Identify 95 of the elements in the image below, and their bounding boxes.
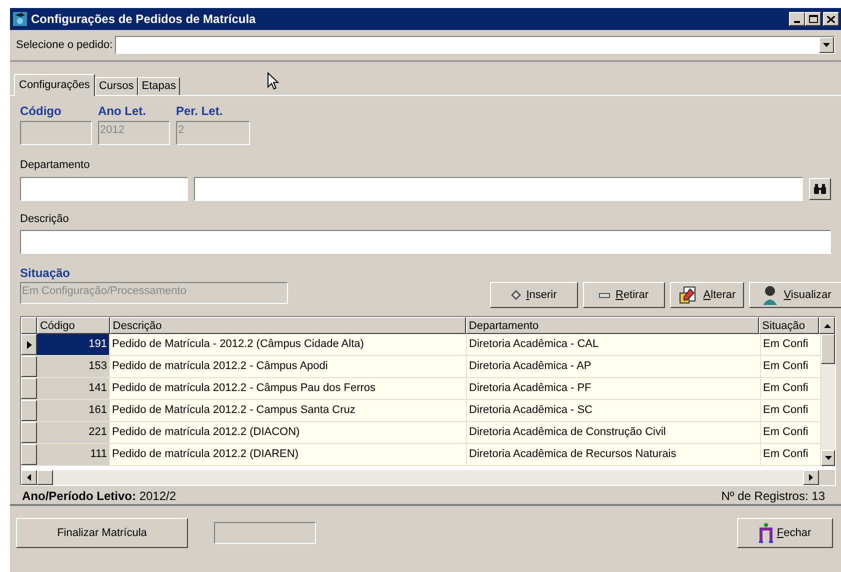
scroll-thumb[interactable] [37,470,53,485]
field-label: Per. Let. [176,103,224,120]
column-header[interactable]: Descrição [110,317,466,334]
table-cell: 153 [37,356,110,377]
tab[interactable]: Cursos [94,77,138,95]
order-dropdown[interactable] [114,36,835,54]
finalize-button[interactable]: Finalizar Matrícula [16,518,188,548]
table-cell: Em Confi [761,334,821,355]
table-cell: 111 [37,444,110,465]
table-cell: Pedido de matrícula 2012.2 - Câmpus Apodi [110,356,467,377]
field-label: Descrição [20,212,70,226]
table-cell: Diretoria Acadêmica - PF [467,378,761,399]
action-button[interactable]: Retirar [583,282,665,308]
window-title: Configurações de Pedidos de Matrícula [31,11,257,28]
row-indicator[interactable] [21,334,37,355]
field-label: Departamento [20,158,91,173]
column-header[interactable]: Código [36,317,110,334]
down-arrow-icon [824,456,832,460]
table-cell: Pedido de matrícula 2012.2 (DIAREN) [110,444,467,465]
status-text: Ano/Período Letivo: 2012/2 [22,488,176,505]
scroll-right-button[interactable] [803,470,819,485]
table-row[interactable]: 141 Pedido de matrícula 2012.2 - Câmpus Pau dos Ferros Diretoria Acadêmica - PF Em Confi [21,378,821,400]
person-icon [760,285,779,305]
year-field: 2012 [98,121,170,145]
table-cell: Diretoria Acadêmica de Recursos Naturais [467,444,761,465]
scroll-down-button[interactable] [821,450,835,466]
table-cell: Em Confi [761,444,821,465]
field-label: Situação [20,265,72,282]
table-cell: Em Confi [761,400,821,421]
table-row[interactable]: 161 Pedido de Matrícula 2012.2 - Campus Santa Cruz Diretoria Acadêmica - SC Em Confi [21,400,821,422]
table-cell: 191 [37,334,110,355]
record-count: Nº de Registros: 13 [721,488,825,505]
mouse-cursor-icon [267,72,279,90]
left-arrow-icon [27,474,31,481]
action-button[interactable]: Alterar [670,282,744,308]
department-code-field[interactable] [20,176,188,200]
table-cell: Em Confi [761,422,821,443]
table-cell: Pedido de Matrícula - 2012.2 (Câmpus Cidade Alta) [110,334,467,355]
table-cell: Pedido de Matrícula 2012.2 - Campus Santa Cruz [110,400,467,421]
tab[interactable]: Etapas [138,77,180,95]
row-indicator[interactable] [21,356,37,377]
document-pencil-icon [678,285,698,305]
close-button[interactable] [823,12,839,26]
field-label: Código [20,103,62,120]
close-icon [827,16,835,22]
column-header[interactable]: Departamento [466,317,760,334]
tab[interactable]: Configurações [14,74,95,96]
binoculars-icon [813,184,827,194]
description-field[interactable] [20,230,831,254]
table-cell: Diretoria Acadêmica - AP [467,356,761,377]
table-cell: Em Confi [761,356,821,377]
close-window-button[interactable]: Fechar [737,518,833,548]
code-field [20,121,92,145]
down-arrow-icon [823,43,830,47]
row-indicator[interactable] [21,378,37,399]
scroll-up-button[interactable] [819,317,835,334]
table-cell: Pedido de matrícula 2012.2 - Câmpus Pau dos Ferros [110,378,467,399]
scroll-left-button[interactable] [21,470,37,485]
current-row-icon [26,340,32,348]
table-cell: Pedido de matrícula 2012.2 (DIACON) [110,422,467,443]
action-button[interactable]: Visualizar [749,282,841,308]
scrollbar-corner [819,470,835,485]
row-indicator[interactable] [21,444,37,465]
minus-icon [599,292,610,298]
field-label: Selecione o pedido: [16,38,113,53]
table-cell: Diretoria Acadêmica de Construção Civil [467,422,761,443]
field-label: Ano Let. [98,103,147,120]
maximize-button[interactable] [805,12,821,26]
row-indicator[interactable] [21,400,37,421]
action-button[interactable]: Inserir [490,282,578,308]
maximize-icon [808,15,818,23]
table-cell: Diretoria Acadêmica - CAL [467,334,761,355]
table-cell: 141 [37,378,110,399]
column-header[interactable]: Situação [759,317,820,334]
up-arrow-icon [824,324,831,328]
department-name-field[interactable] [194,176,803,200]
app-icon [12,11,28,27]
table-row[interactable]: 153 Pedido de matrícula 2012.2 - Câmpus Apodi Diretoria Acadêmica - AP Em Confi [21,356,821,378]
scroll-thumb[interactable] [821,334,835,364]
table-row[interactable]: 221 Pedido de matrícula 2012.2 (DIACON) Diretoria Acadêmica de Construção Civil Em Confi [21,422,821,444]
table-row[interactable]: 191 Pedido de Matrícula - 2012.2 (Câmpus Cidade Alta) Diretoria Acadêmica - CAL Em Confi [21,334,821,356]
table-cell: Em Confi [761,378,821,399]
diamond-icon [511,290,522,300]
right-arrow-icon [809,474,813,481]
table-row[interactable]: 111 Pedido de matrícula 2012.2 (DIAREN) Diretoria Acadêmica de Recursos Naturais Em Confi [21,444,821,466]
table-cell: 161 [37,400,110,421]
row-indicator[interactable] [21,422,37,443]
door-icon [758,523,773,543]
binoculars-button[interactable] [809,178,831,200]
table-cell: 221 [37,422,110,443]
minimize-button[interactable] [789,12,805,26]
table-cell: Diretoria Acadêmica - SC [467,400,761,421]
status-field: Em Configuração/Processamento [20,282,288,304]
minimize-icon [794,21,800,23]
period-field: 2 [176,121,250,145]
